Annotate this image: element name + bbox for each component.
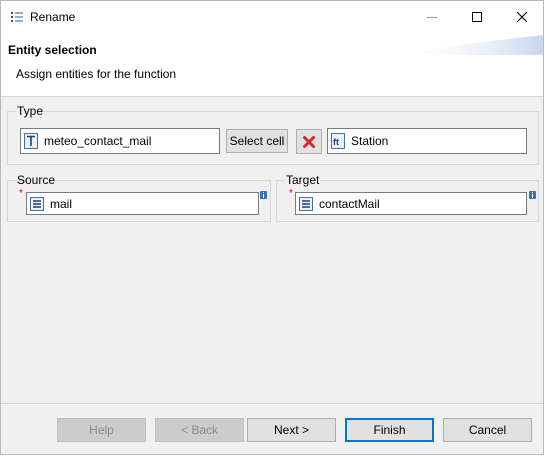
feature-type-icon: ft: [331, 133, 345, 149]
target-field[interactable]: contactMail: [295, 192, 527, 215]
maximize-icon: [471, 12, 482, 22]
property-icon: [30, 197, 44, 211]
target-group: Target * contactMail: [276, 173, 539, 222]
back-button[interactable]: < Back: [155, 418, 244, 442]
red-x-icon: [303, 135, 315, 148]
window-title: Rename: [30, 10, 76, 24]
close-icon: [516, 12, 527, 22]
type-field[interactable]: meteo_contact_mail: [20, 128, 220, 154]
list-icon: [11, 12, 23, 22]
target-label: Target: [285, 173, 321, 187]
wizard-header: Entity selection Assign entities for the…: [1, 33, 543, 97]
help-button[interactable]: Help: [57, 418, 146, 442]
type-group: Type meteo_contact_mail Select cell ft S…: [7, 104, 539, 165]
maximize-button[interactable]: [454, 1, 499, 33]
footer-separator: [1, 403, 543, 404]
svg-text:ft: ft: [333, 137, 339, 147]
title-bar: Rename: [1, 1, 543, 33]
info-icon[interactable]: [529, 191, 536, 199]
station-field[interactable]: ft Station: [327, 128, 527, 154]
page-title: Entity selection: [8, 43, 97, 57]
cancel-button[interactable]: Cancel: [443, 418, 532, 442]
select-cell-button[interactable]: Select cell: [226, 129, 288, 153]
required-marker: *: [19, 188, 23, 199]
type-value: meteo_contact_mail: [44, 134, 152, 148]
minimize-button[interactable]: [409, 1, 454, 33]
close-button[interactable]: [499, 1, 544, 33]
station-value: Station: [351, 134, 389, 148]
source-field[interactable]: mail: [26, 192, 259, 215]
source-label: Source: [16, 173, 57, 187]
page-description: Assign entities for the function: [16, 67, 177, 81]
type-t-icon: [24, 133, 38, 149]
minimize-icon: [426, 17, 437, 18]
target-value: contactMail: [319, 197, 380, 211]
clear-button[interactable]: [296, 129, 322, 154]
info-icon[interactable]: [260, 191, 267, 199]
required-marker: *: [289, 188, 293, 199]
source-group: Source * mail: [7, 173, 271, 222]
type-group-label: Type: [16, 104, 45, 118]
rename-dialog: Rename Entity selection Assign entities …: [0, 0, 544, 455]
next-button[interactable]: Next >: [247, 418, 336, 442]
banner-graphic: [393, 35, 543, 55]
property-icon: [299, 197, 313, 211]
finish-button[interactable]: Finish: [345, 418, 434, 442]
source-value: mail: [50, 197, 73, 211]
